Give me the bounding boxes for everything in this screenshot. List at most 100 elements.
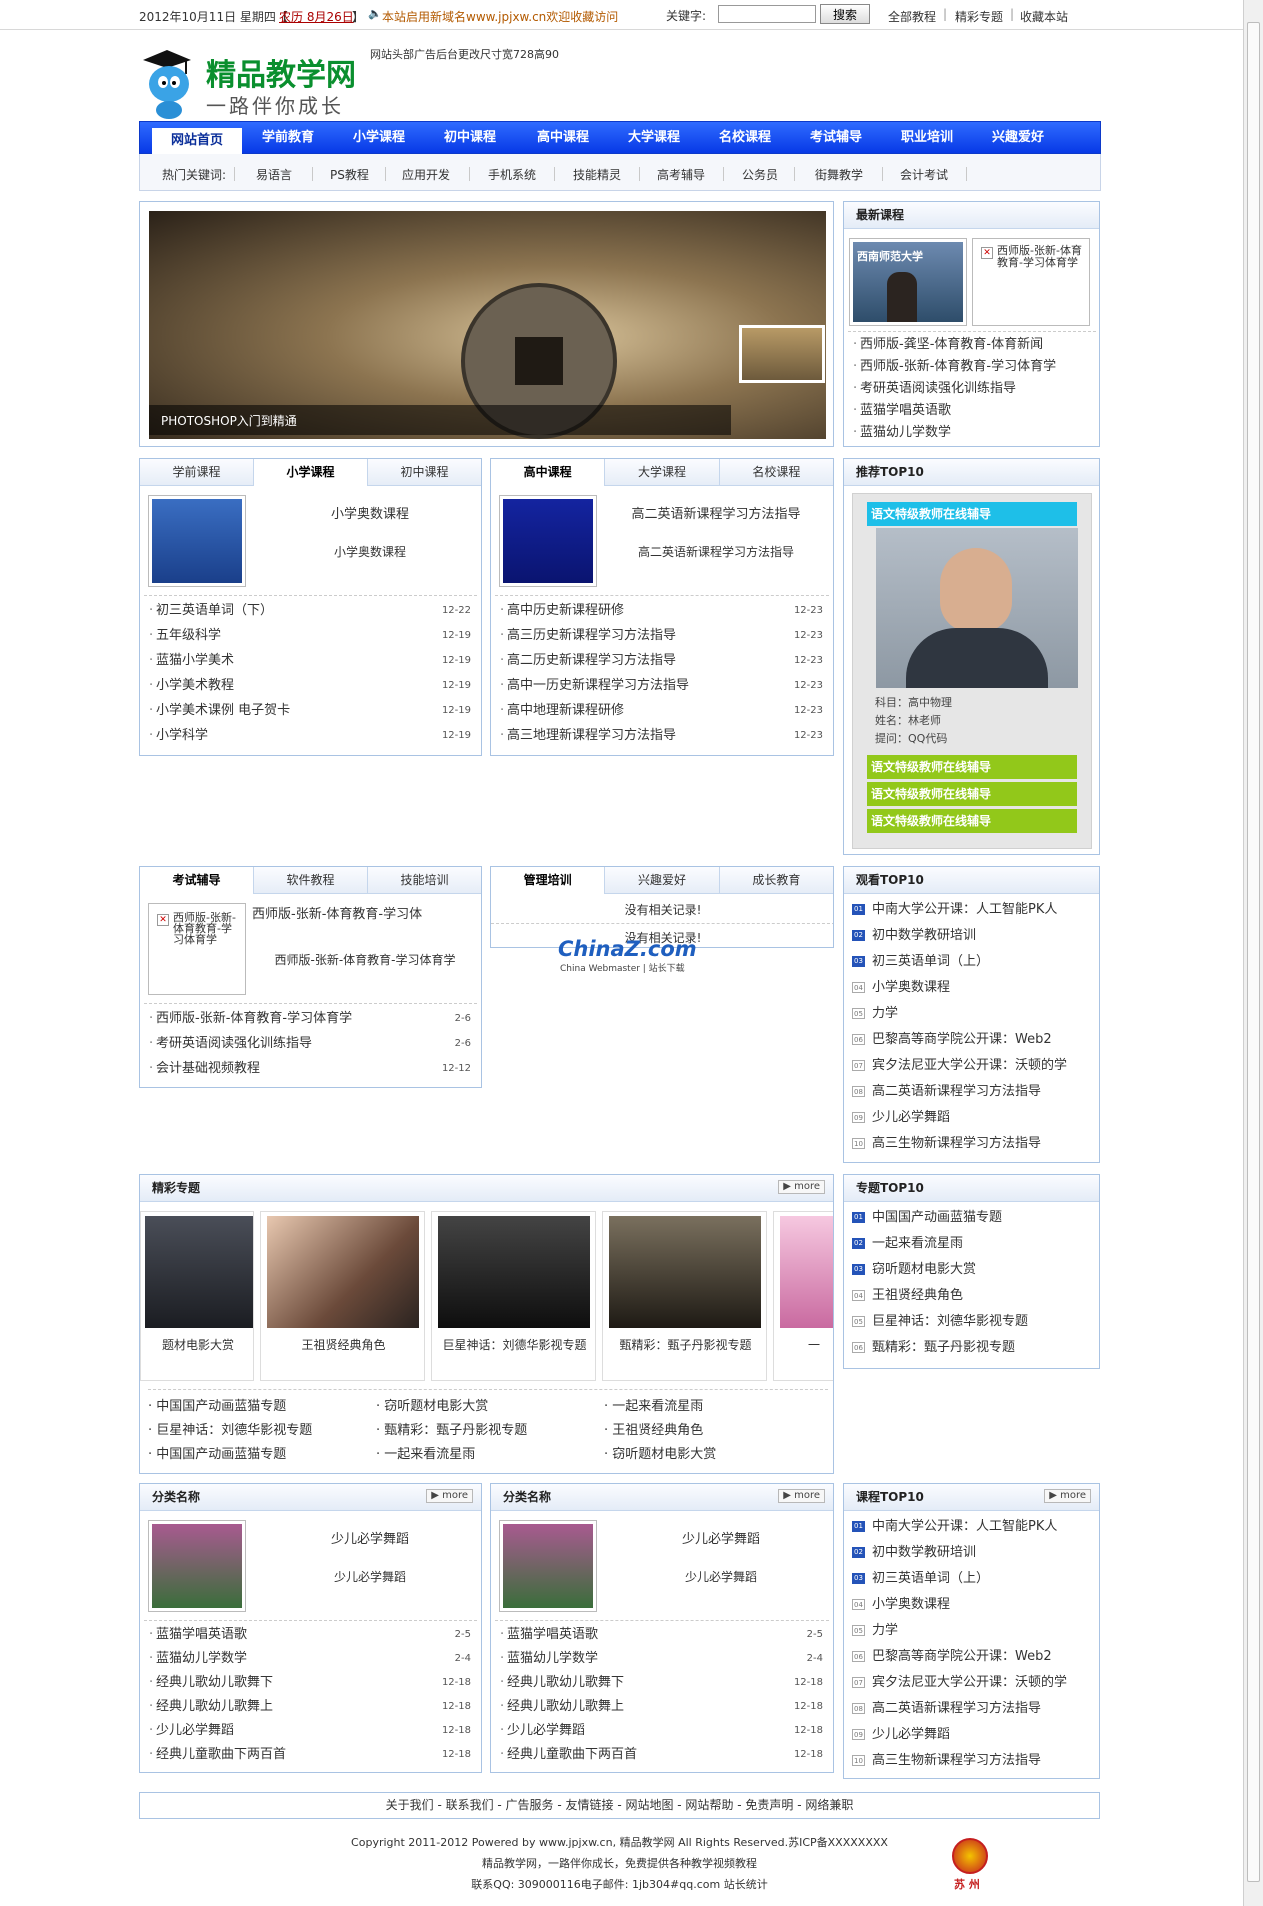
rank-item[interactable]: 05 巨星神话：刘德华影视专题 <box>846 1309 1098 1335</box>
footer-links[interactable]: 关于我们 - 联系我们 - 广告服务 - 友情链接 - 网站地图 - 网站帮助 … <box>139 1792 1100 1819</box>
lunar-link[interactable]: 农历 8月26日 <box>279 8 354 25</box>
list-item[interactable]: · 经典儿歌幼儿歌舞下 12-18 <box>144 1671 477 1695</box>
list-item[interactable]: · 少儿必学舞蹈 12-18 <box>144 1719 477 1743</box>
nav-item-primary[interactable]: 小学课程 <box>339 122 419 153</box>
list-item[interactable]: · 西师版-张新-体育教育-学习体育学 <box>848 356 1096 378</box>
topic-link[interactable]: · 中国国产动画蓝猫专题 <box>148 1395 376 1419</box>
feature-title[interactable]: 少儿必学舞蹈 <box>260 1528 480 1547</box>
topic-card[interactable]: 甄精彩：甄子丹影视专题 <box>602 1211 767 1381</box>
nav-item-exam[interactable]: 考试辅导 <box>796 122 876 153</box>
nav-item-preschool[interactable]: 学前教育 <box>248 122 328 153</box>
list-item[interactable]: · 经典儿童歌曲下两百首 12-18 <box>144 1743 477 1767</box>
topic-link[interactable]: · 中国国产动画蓝猫专题 <box>148 1443 376 1467</box>
feature-thumb[interactable] <box>499 495 597 587</box>
list-item[interactable]: · 高中历史新课程研修 12-23 <box>495 598 829 623</box>
list-item[interactable]: · 经典儿歌幼儿歌舞上 12-18 <box>144 1695 477 1719</box>
feature-thumb[interactable] <box>148 1520 246 1612</box>
hot-keyword[interactable]: 手机系统 <box>488 166 536 183</box>
list-item[interactable]: · 考研英语阅读强化训练指导 2-6 <box>144 1031 477 1056</box>
page-scrollbar[interactable] <box>1243 0 1263 1906</box>
rank-item[interactable]: 09 少儿必学舞蹈 <box>846 1105 1098 1131</box>
rank-item[interactable]: 04 小学奥数课程 <box>846 975 1098 1001</box>
tab-senior[interactable]: 高中课程 <box>491 459 606 486</box>
feature-title[interactable]: 少儿必学舞蹈 <box>611 1528 831 1547</box>
rank-item[interactable]: 10 高三生物新课程学习方法指导 <box>846 1748 1098 1774</box>
police-badge-icon[interactable] <box>952 1838 988 1874</box>
topic-link[interactable]: · 窃听题材电影大赏 <box>604 1443 716 1467</box>
rank-item[interactable]: 06 甄精彩：甄子丹影视专题 <box>846 1335 1098 1361</box>
tab-software[interactable]: 软件教程 <box>254 867 368 893</box>
green-link[interactable]: 语文特级教师在线辅导 <box>867 782 1077 806</box>
teacher-bar[interactable]: 语文特级教师在线辅导 <box>867 502 1077 526</box>
list-item[interactable]: · 小学美术课例 电子贺卡 12-19 <box>144 698 477 723</box>
nav-item-university[interactable]: 大学课程 <box>614 122 694 153</box>
list-item[interactable]: · 高三历史新课程学习方法指导 12-23 <box>495 623 829 648</box>
scrollbar-thumb[interactable] <box>1247 22 1260 1882</box>
nav-item-famous[interactable]: 名校课程 <box>705 122 785 153</box>
topic-link[interactable]: · 甄精彩：甄子丹影视专题 <box>376 1419 604 1443</box>
nav-item-junior[interactable]: 初中课程 <box>430 122 510 153</box>
green-link[interactable]: 语文特级教师在线辅导 <box>867 809 1077 833</box>
rank-item[interactable]: 01 中国国产动画蓝猫专题 <box>846 1205 1098 1231</box>
topic-link[interactable]: · 一起来看流星雨 <box>376 1443 604 1467</box>
list-item[interactable]: · 高中地理新课程研修 12-23 <box>495 698 829 723</box>
green-link[interactable]: 语文特级教师在线辅导 <box>867 755 1077 779</box>
list-item[interactable]: · 小学美术教程 12-19 <box>144 673 477 698</box>
rank-item[interactable]: 04 小学奥数课程 <box>846 1592 1098 1618</box>
list-item[interactable]: · 蓝猫幼儿学数学 2-4 <box>144 1647 477 1671</box>
hot-keyword[interactable]: 技能精灵 <box>573 166 621 183</box>
tab-interest[interactable]: 兴趣爱好 <box>605 867 720 893</box>
topic-card[interactable]: 题材电影大赏 <box>140 1211 254 1381</box>
teacher-photo[interactable] <box>876 528 1078 688</box>
rank-item[interactable]: 06 巴黎高等商学院公开课：Web2 <box>846 1027 1098 1053</box>
rank-item[interactable]: 04 王祖贤经典角色 <box>846 1283 1098 1309</box>
list-item[interactable]: · 蓝猫学唱英语歌 <box>848 400 1096 422</box>
rank-item[interactable]: 03 初三英语单词（上） <box>846 949 1098 975</box>
list-item[interactable]: · 初三英语单词（下） 12-22 <box>144 598 477 623</box>
hot-keyword[interactable]: PS教程 <box>330 166 369 183</box>
feature-thumb[interactable] <box>499 1520 597 1612</box>
hot-keyword[interactable]: 高考辅导 <box>657 166 705 183</box>
more-button[interactable]: ▶ more <box>426 1489 473 1503</box>
rank-item[interactable]: 10 高三生物新课程学习方法指导 <box>846 1131 1098 1157</box>
feature-title[interactable]: 高二英语新课程学习方法指导 <box>601 503 831 522</box>
list-item[interactable]: · 会计基础视频教程 12-12 <box>144 1056 477 1081</box>
feature-thumb[interactable] <box>148 495 246 587</box>
more-button[interactable]: ▶ more <box>1044 1489 1091 1503</box>
hot-keyword[interactable]: 街舞教学 <box>815 166 863 183</box>
banner-image[interactable]: PHOTOSHOP入门到精通 <box>149 211 826 439</box>
logo-title[interactable]: 精品教学网 <box>206 50 356 94</box>
tab-exam[interactable]: 考试辅导 <box>140 867 254 894</box>
topic-card[interactable]: 巨星神话：刘德华影视专题 <box>431 1211 596 1381</box>
link-all-courses[interactable]: 全部教程 <box>888 8 936 25</box>
hot-keyword[interactable]: 易语言 <box>256 166 292 183</box>
topic-link[interactable]: · 一起来看流星雨 <box>604 1395 703 1419</box>
more-button[interactable]: ▶ more <box>778 1489 825 1503</box>
feature-thumb[interactable]: ✕ 西师版-张新-体育教育-学习体育学 <box>148 903 246 995</box>
tab-preschool[interactable]: 学前课程 <box>140 459 254 485</box>
banner-caption[interactable]: PHOTOSHOP入门到精通 <box>161 412 297 429</box>
rank-item[interactable]: 01 中南大学公开课：人工智能PK人 <box>846 1514 1098 1540</box>
more-button[interactable]: ▶ more <box>778 1180 825 1194</box>
rank-item[interactable]: 02 初中数学教研培训 <box>846 923 1098 949</box>
rank-item[interactable]: 08 高二英语新课程学习方法指导 <box>846 1696 1098 1722</box>
tab-primary[interactable]: 小学课程 <box>254 459 368 486</box>
list-item[interactable]: · 蓝猫小学美术 12-19 <box>144 648 477 673</box>
topic-card[interactable]: 一 <box>773 1211 833 1381</box>
rank-item[interactable]: 01 中南大学公开课：人工智能PK人 <box>846 897 1098 923</box>
nav-item-hobby[interactable]: 兴趣爱好 <box>978 122 1058 153</box>
rank-item[interactable]: 06 巴黎高等商学院公开课：Web2 <box>846 1644 1098 1670</box>
list-item[interactable]: · 少儿必学舞蹈 12-18 <box>495 1719 829 1743</box>
nav-item-vocational[interactable]: 职业培训 <box>887 122 967 153</box>
rank-item[interactable]: 09 少儿必学舞蹈 <box>846 1722 1098 1748</box>
list-item[interactable]: · 高中一历史新课程学习方法指导 12-23 <box>495 673 829 698</box>
banner-thumb[interactable] <box>739 325 825 383</box>
list-item[interactable]: · 经典儿歌幼儿歌舞上 12-18 <box>495 1695 829 1719</box>
rank-item[interactable]: 07 宾夕法尼亚大学公开课：沃顿的学 <box>846 1670 1098 1696</box>
nav-item-senior[interactable]: 高中课程 <box>523 122 603 153</box>
latest-thumb-1[interactable]: 西南师范大学 <box>849 238 967 326</box>
list-item[interactable]: · 蓝猫幼儿学数学 <box>848 422 1096 444</box>
rank-item[interactable]: 05 力学 <box>846 1001 1098 1027</box>
link-bookmark[interactable]: 收藏本站 <box>1020 8 1068 25</box>
topic-link[interactable]: · 王祖贤经典角色 <box>604 1419 703 1443</box>
